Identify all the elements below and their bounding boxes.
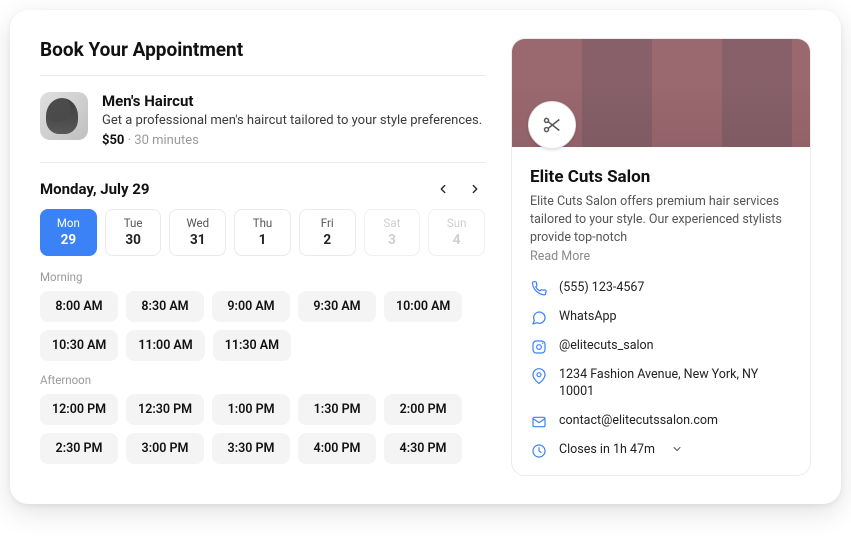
day-option[interactable]: Wed 31 [169,209,226,256]
chevron-right-icon [468,182,482,196]
salon-name: Elite Cuts Salon [530,167,792,187]
service-description: Get a professional men's haircut tailore… [102,113,482,128]
contact-list: (555) 123-4567 WhatsApp @elitecuts_salon [530,280,792,459]
day-weekday: Sat [365,216,420,230]
contact-hours[interactable]: Closes in 1h 47m [530,442,792,459]
day-option: Sun 4 [428,209,485,256]
salon-hero-image [512,39,810,147]
day-number: 4 [429,232,484,248]
day-number: 2 [300,232,355,248]
booking-card: Book Your Appointment Men's Haircut Get … [10,10,841,504]
time-slot[interactable]: 10:30 AM [40,330,118,361]
day-weekday: Wed [170,216,225,230]
time-slot[interactable]: 12:00 PM [40,394,118,425]
time-slot[interactable]: 11:30 AM [213,330,291,361]
email-text: contact@elitecutssalon.com [559,413,718,430]
prev-week-button[interactable] [433,179,453,199]
next-week-button[interactable] [465,179,485,199]
service-thumbnail [40,92,88,140]
time-slot[interactable]: 8:00 AM [40,291,118,322]
day-weekday: Sun [429,216,484,230]
service-block: Men's Haircut Get a professional men's h… [40,92,485,148]
day-picker: Mon 29 Tue 30 Wed 31 Thu 1 Fri 2 Sat 3 Sun 4 [40,209,485,256]
chevron-left-icon [436,182,450,196]
service-title: Men's Haircut [102,92,482,110]
salon-panel: Elite Cuts Salon Elite Cuts Salon offers… [511,38,811,476]
time-slot[interactable]: 2:00 PM [384,394,462,425]
day-option[interactable]: Fri 2 [299,209,356,256]
day-option: Sat 3 [364,209,421,256]
day-option[interactable]: Tue 30 [105,209,162,256]
instagram-icon [530,338,547,355]
time-slot[interactable]: 12:30 PM [126,394,204,425]
selected-date-label: Monday, July 29 [40,180,150,198]
afternoon-label: Afternoon [40,373,485,387]
day-weekday: Fri [300,216,355,230]
contact-phone[interactable]: (555) 123-4567 [530,280,792,297]
service-meta: $50 · 30 minutes [102,133,482,148]
map-pin-icon [530,367,547,384]
afternoon-slots: 12:00 PM 12:30 PM 1:00 PM 1:30 PM 2:00 PM 2:3… [40,394,485,464]
whatsapp-icon [530,309,547,326]
time-slot[interactable]: 9:30 AM [298,291,376,322]
time-slot[interactable]: 11:00 AM [126,330,204,361]
instagram-text: @elitecuts_salon [559,338,654,355]
meta-separator: · [128,133,131,148]
contact-email[interactable]: contact@elitecutssalon.com [530,413,792,430]
phone-icon [530,280,547,297]
day-option[interactable]: Thu 1 [234,209,291,256]
salon-logo [528,101,576,149]
address-text: 1234 Fashion Avenue, New York, NY 10001 [559,367,792,401]
morning-label: Morning [40,270,485,284]
time-slot[interactable]: 3:30 PM [212,433,290,464]
time-slot[interactable]: 4:30 PM [384,433,462,464]
time-slot[interactable]: 3:00 PM [126,433,204,464]
time-slot[interactable]: 4:00 PM [298,433,376,464]
time-slot[interactable]: 1:00 PM [212,394,290,425]
whatsapp-text: WhatsApp [559,309,617,326]
chevron-down-icon [671,443,683,459]
day-number: 31 [170,232,225,248]
day-weekday: Thu [235,216,290,230]
time-slot[interactable]: 8:30 AM [126,291,204,322]
service-price: $50 [102,133,124,148]
day-weekday: Tue [106,216,161,230]
read-more-link[interactable]: Read More [530,249,792,264]
service-info: Men's Haircut Get a professional men's h… [102,92,482,148]
contact-address[interactable]: 1234 Fashion Avenue, New York, NY 10001 [530,367,792,401]
time-slot[interactable]: 10:00 AM [384,291,462,322]
scissors-icon [541,114,563,136]
time-slot[interactable]: 1:30 PM [298,394,376,425]
day-option[interactable]: Mon 29 [40,209,97,256]
morning-slots: 8:00 AM 8:30 AM 9:00 AM 9:30 AM 10:00 AM 10:3… [40,291,485,361]
time-slot[interactable]: 9:00 AM [212,291,290,322]
divider [40,162,485,163]
contact-whatsapp[interactable]: WhatsApp [530,309,792,326]
date-nav [433,179,485,199]
hours-text: Closes in 1h 47m [559,442,655,459]
day-weekday: Mon [41,216,96,230]
salon-body: Elite Cuts Salon Elite Cuts Salon offers… [512,147,810,475]
mail-icon [530,413,547,430]
date-header: Monday, July 29 [40,179,485,199]
day-number: 3 [365,232,420,248]
phone-text: (555) 123-4567 [559,280,644,297]
day-number: 29 [41,232,96,248]
day-number: 1 [235,232,290,248]
divider [40,75,485,76]
contact-instagram[interactable]: @elitecuts_salon [530,338,792,355]
page-title: Book Your Appointment [40,38,485,61]
salon-description: Elite Cuts Salon offers premium hair ser… [530,193,792,247]
service-duration: 30 minutes [134,133,199,148]
booking-left-panel: Book Your Appointment Men's Haircut Get … [40,38,485,476]
clock-icon [530,442,547,459]
time-slot[interactable]: 2:30 PM [40,433,118,464]
day-number: 30 [106,232,161,248]
